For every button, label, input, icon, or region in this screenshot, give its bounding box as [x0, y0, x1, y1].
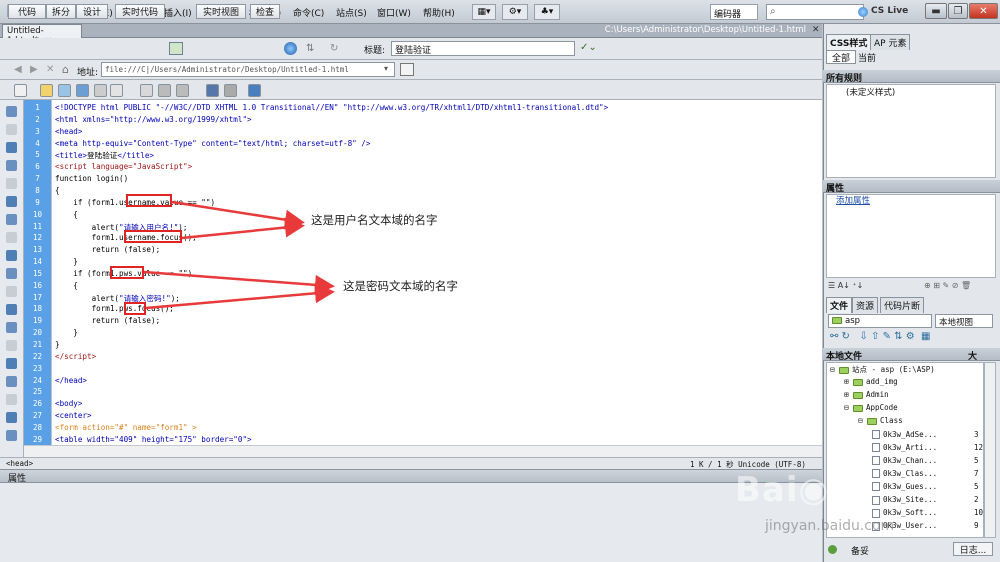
- file-name: 站点 - asp (E:\ASP): [852, 365, 935, 374]
- file-icon: [872, 495, 880, 505]
- arrow-pws-2: [145, 283, 335, 310]
- properties-panel: [0, 483, 822, 562]
- file-name: 0k3w_AdSe...: [883, 429, 938, 439]
- rules-list[interactable]: [826, 84, 996, 178]
- file-name: Class: [880, 416, 903, 426]
- folder-icon: [853, 378, 864, 386]
- arrow-pws-1: [143, 270, 335, 295]
- tree-expander-icon[interactable]: ⊞: [844, 390, 853, 399]
- ready-status: 备妥: [851, 547, 870, 557]
- log-button[interactable]: 日志...: [953, 542, 993, 556]
- tree-expander-icon[interactable]: ⊞: [844, 377, 853, 386]
- file-icon: [872, 456, 880, 466]
- file-tree-item[interactable]: 0k3w_Gues...: [872, 482, 937, 492]
- css-properties-header: 属性: [823, 180, 1000, 194]
- file-name: 0k3w_Arti...: [883, 442, 938, 452]
- tab-files[interactable]: 文件: [826, 297, 853, 313]
- tab-ap-elements[interactable]: AP 元素: [870, 34, 911, 50]
- file-size: 10: [974, 508, 984, 518]
- tag-selector[interactable]: <head>: [6, 459, 33, 468]
- site-name: asp: [845, 316, 861, 326]
- file-tree-item[interactable]: ⊞ add_img: [844, 377, 898, 386]
- password-annotation: 这是密码文本域的名字: [343, 279, 458, 293]
- all-rules-tab[interactable]: 全部: [826, 50, 856, 64]
- file-tree-scrollbar[interactable]: [984, 362, 996, 538]
- file-tree-item[interactable]: ⊞ Admin: [844, 390, 889, 399]
- file-tree-item[interactable]: 0k3w_Soft...: [872, 508, 937, 518]
- file-size: 9: [974, 521, 979, 531]
- file-size: 7: [974, 468, 979, 478]
- undefined-style-item[interactable]: (未定义样式): [846, 86, 895, 98]
- file-size: 5: [974, 481, 979, 491]
- status-ok-icon: [828, 545, 837, 554]
- tab-css-styles[interactable]: CSS样式: [826, 34, 872, 50]
- tab-snippets[interactable]: 代码片断: [880, 297, 925, 313]
- file-icon: [872, 508, 880, 518]
- file-icon: [872, 443, 880, 453]
- file-name: 0k3w_Gues...: [883, 481, 938, 491]
- local-files-column: 本地文件: [826, 352, 863, 362]
- site-select[interactable]: asp: [828, 314, 932, 328]
- file-tree-item[interactable]: ⊟ AppCode: [844, 403, 898, 412]
- css-view-icons[interactable]: ☰ A↓ ⁺↓: [828, 281, 863, 290]
- file-name: AppCode: [866, 403, 898, 413]
- file-tree-item[interactable]: 0k3w_AdSe...: [872, 429, 938, 439]
- view-select[interactable]: 本地视图: [935, 314, 993, 328]
- file-name: 0k3w_Soft...: [883, 508, 938, 518]
- file-tree-item[interactable]: 0k3w_Site...: [872, 495, 937, 505]
- arrow-username-1: [171, 200, 305, 230]
- current-tab[interactable]: 当前: [858, 51, 876, 64]
- css-properties-grid: [826, 194, 996, 278]
- file-size: 5: [974, 455, 979, 465]
- file-tree-item[interactable]: ⊟ Class: [858, 416, 903, 425]
- file-icon: [872, 469, 880, 479]
- all-rules-header: 所有规则: [823, 70, 1000, 84]
- css-action-icons[interactable]: ⊕ ⊞ ✎ ⊘ 🗑: [924, 281, 971, 290]
- baidu-watermark: Bai◉u: [735, 470, 855, 510]
- file-tree-item[interactable]: 0k3w_Arti...: [872, 443, 937, 453]
- file-name: Admin: [866, 390, 889, 400]
- horizontal-scrollbar[interactable]: [24, 445, 822, 457]
- files-toolbar-icons[interactable]: ⚯ ↻ ⇩ ⇧ ✎ ⇅ ⚙ ▦: [830, 331, 930, 342]
- file-name: 0k3w_Site...: [883, 495, 938, 504]
- file-icon: [872, 482, 880, 492]
- file-tree-item[interactable]: ⊟ 站点 - asp (E:\ASP): [830, 364, 935, 375]
- file-tree-item[interactable]: 0k3w_Clas...: [872, 469, 937, 479]
- file-name: 0k3w_Clas...: [883, 468, 938, 478]
- file-name: 0k3w_Chan...: [883, 455, 938, 465]
- file-size: 2: [974, 495, 979, 504]
- file-tree-item[interactable]: 0k3w_Chan...: [872, 456, 937, 466]
- tab-assets[interactable]: 资源: [852, 297, 879, 313]
- arrow-username-2: [181, 217, 305, 240]
- tree-expander-icon[interactable]: ⊟: [844, 403, 853, 412]
- baidu-watermark-url: jingyan.baidu.com: [765, 518, 895, 534]
- size-column: 大: [968, 352, 978, 362]
- folder-icon: [839, 366, 850, 374]
- folder-icon: [853, 391, 864, 399]
- file-size: 3: [974, 429, 979, 439]
- add-property-link[interactable]: 添加属性: [836, 194, 870, 206]
- file-icon: [872, 430, 880, 439]
- properties-panel-header[interactable]: [0, 469, 822, 483]
- file-name: add_img: [866, 377, 898, 387]
- folder-icon: [853, 404, 864, 412]
- folder-icon: [832, 317, 842, 324]
- tree-expander-icon[interactable]: ⊟: [858, 416, 867, 425]
- file-size: 12: [974, 442, 984, 452]
- username-annotation: 这是用户名文本域的名字: [311, 213, 438, 227]
- tree-expander-icon[interactable]: ⊟: [830, 365, 839, 374]
- folder-icon: [867, 417, 878, 425]
